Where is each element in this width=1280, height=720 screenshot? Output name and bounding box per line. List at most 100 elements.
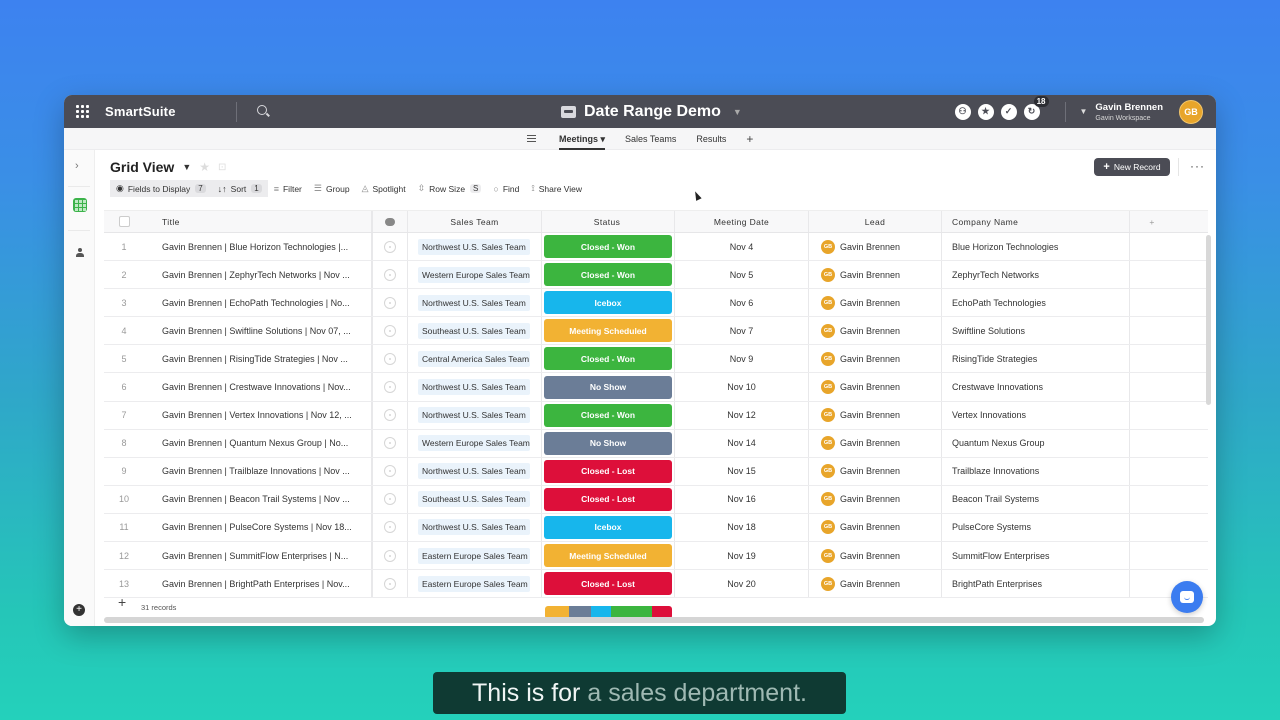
add-column-button[interactable]: + (1130, 211, 1174, 232)
comment-cell[interactable] (372, 457, 408, 485)
sales-team-cell[interactable]: Northwest U.S. Sales Team (408, 373, 542, 401)
fields-to-display-button[interactable]: ◉ Fields to Display 7 (110, 180, 212, 197)
comment-cell[interactable] (372, 317, 408, 345)
person-icon[interactable] (75, 248, 85, 258)
status-cell[interactable]: Icebox (542, 513, 675, 542)
title-cell[interactable]: Gavin Brennen | Crestwave Innovations | … (144, 373, 372, 401)
vertical-scrollbar[interactable] (1206, 235, 1211, 405)
table-row[interactable]: 12 Gavin Brennen | SummitFlow Enterprises… (104, 542, 1208, 571)
comment-cell[interactable] (372, 542, 408, 570)
meeting-date-cell[interactable]: Nov 4 (675, 233, 809, 261)
user-menu-caret-icon[interactable]: ▼ (1080, 107, 1088, 116)
status-cell[interactable]: Closed - Won (542, 345, 675, 373)
column-header-sales-team[interactable]: Sales Team (408, 211, 542, 232)
company-name-cell[interactable]: Swiftline Solutions (942, 317, 1130, 345)
meeting-date-cell[interactable]: Nov 19 (675, 542, 809, 570)
meeting-date-cell[interactable]: Nov 5 (675, 261, 809, 289)
title-cell[interactable]: Gavin Brennen | Vertex Innovations | Nov… (144, 401, 372, 429)
comment-cell[interactable] (372, 429, 408, 457)
status-cell[interactable]: Closed - Won (542, 401, 675, 429)
sales-team-cell[interactable]: Western Europe Sales Team (408, 429, 542, 457)
table-row[interactable]: 1 Gavin Brennen | Blue Horizon Technologi… (104, 233, 1208, 262)
comment-cell[interactable] (372, 289, 408, 317)
table-row[interactable]: 11 Gavin Brennen | PulseCore Systems | No… (104, 513, 1208, 543)
title-cell[interactable]: Gavin Brennen | Swiftline Solutions | No… (144, 317, 372, 345)
table-row[interactable]: 2 Gavin Brennen | ZephyrTech Networks | N… (104, 261, 1208, 290)
company-name-cell[interactable]: Crestwave Innovations (942, 373, 1130, 401)
status-cell[interactable]: Closed - Lost (542, 485, 675, 513)
more-options-button[interactable]: ··· (1190, 159, 1205, 173)
company-name-cell[interactable]: Trailblaze Innovations (942, 457, 1130, 485)
meeting-date-cell[interactable]: Nov 15 (675, 457, 809, 485)
sort-button[interactable]: ↓↑ Sort 1 (211, 180, 268, 197)
brand-logo[interactable]: SmartSuite (105, 104, 176, 119)
column-header-company-name[interactable]: Company Name (942, 211, 1130, 232)
horizontal-scrollbar[interactable] (104, 617, 1204, 623)
table-row[interactable]: 13 Gavin Brennen | BrightPath Enterprises… (104, 570, 1208, 599)
lead-cell[interactable]: GB Gavin Brennen (809, 317, 942, 345)
row-size-button[interactable]: ⇳ Row Size S (412, 180, 488, 197)
title-cell[interactable]: Gavin Brennen | RisingTide Strategies | … (144, 345, 372, 373)
sales-team-cell[interactable]: Northwest U.S. Sales Team (408, 233, 542, 261)
lead-cell[interactable]: GB Gavin Brennen (809, 261, 942, 289)
meeting-date-cell[interactable]: Nov 6 (675, 289, 809, 317)
title-cell[interactable]: Gavin Brennen | EchoPath Technologies | … (144, 289, 372, 317)
lead-cell[interactable]: GB Gavin Brennen (809, 485, 942, 513)
column-header-title[interactable]: Title (144, 211, 372, 232)
sales-team-cell[interactable]: Northwest U.S. Sales Team (408, 401, 542, 429)
table-row[interactable]: 5 Gavin Brennen | RisingTide Strategies |… (104, 345, 1208, 374)
title-cell[interactable]: Gavin Brennen | ZephyrTech Networks | No… (144, 261, 372, 289)
status-badge[interactable]: Closed - Won (544, 403, 672, 427)
status-cell[interactable]: No Show (542, 373, 675, 401)
title-cell[interactable]: Gavin Brennen | SummitFlow Enterprises |… (144, 542, 372, 570)
sales-team-cell[interactable]: Southeast U.S. Sales Team (408, 317, 542, 345)
user-menu[interactable]: Gavin Brennen Gavin Workspace (1095, 102, 1163, 122)
company-name-cell[interactable]: Blue Horizon Technologies (942, 233, 1130, 261)
column-header-comments[interactable] (372, 211, 408, 232)
share-view-button[interactable]: ⟟ Share View (525, 180, 588, 197)
meeting-date-cell[interactable]: Nov 14 (675, 429, 809, 457)
title-cell[interactable]: Gavin Brennen | Beacon Trail Systems | N… (144, 485, 372, 513)
apps-grid-icon[interactable] (76, 105, 89, 118)
lead-cell[interactable]: GB Gavin Brennen (809, 401, 942, 429)
lead-cell[interactable]: GB Gavin Brennen (809, 457, 942, 485)
notifications-icon[interactable]: ↻ 18 (1023, 95, 1049, 120)
new-record-button[interactable]: + New Record (1094, 158, 1170, 176)
sales-team-cell[interactable]: Central America Sales Team (408, 345, 542, 373)
title-cell[interactable]: Gavin Brennen | Blue Horizon Technologie… (144, 233, 372, 261)
find-button[interactable]: ○ Find (487, 180, 525, 197)
lead-cell[interactable]: GB Gavin Brennen (809, 570, 942, 598)
lead-cell[interactable]: GB Gavin Brennen (809, 345, 942, 373)
sales-team-cell[interactable]: Western Europe Sales Team (408, 261, 542, 289)
sales-team-cell[interactable]: Northwest U.S. Sales Team (408, 289, 542, 317)
status-badge[interactable]: No Show (544, 431, 672, 455)
hamburger-menu-icon[interactable] (527, 135, 536, 142)
meeting-date-cell[interactable]: Nov 9 (675, 345, 809, 373)
group-button[interactable]: ☰ Group (308, 180, 356, 197)
add-tab-button[interactable]: + (746, 132, 753, 146)
status-cell[interactable]: Closed - Won (542, 261, 675, 289)
company-name-cell[interactable]: Vertex Innovations (942, 401, 1130, 429)
sales-team-cell[interactable]: Northwest U.S. Sales Team (408, 457, 542, 485)
status-badge[interactable]: Closed - Lost (544, 572, 672, 596)
status-cell[interactable]: Meeting Scheduled (542, 542, 675, 570)
status-cell[interactable]: Meeting Scheduled (542, 317, 675, 345)
search-icon[interactable] (256, 105, 270, 118)
user-avatar[interactable]: GB (1179, 99, 1203, 124)
comment-cell[interactable] (372, 401, 408, 429)
company-name-cell[interactable]: Quantum Nexus Group (942, 429, 1130, 457)
star-icon[interactable]: ★ (977, 103, 994, 120)
table-row[interactable]: 9 Gavin Brennen | Trailblaze Innovations … (104, 457, 1208, 486)
status-cell[interactable]: Closed - Lost (542, 457, 675, 485)
add-row-button[interactable]: + (118, 594, 126, 610)
column-header-meeting-date[interactable]: Meeting Date (675, 211, 809, 232)
table-row[interactable]: 3 Gavin Brennen | EchoPath Technologies |… (104, 289, 1208, 318)
spotlight-button[interactable]: ◬ Spotlight (356, 180, 412, 197)
sales-team-cell[interactable]: Eastern Europe Sales Team (408, 570, 542, 598)
company-name-cell[interactable]: Beacon Trail Systems (942, 485, 1130, 513)
comment-cell[interactable] (372, 485, 408, 513)
lock-icon[interactable]: ⊡ (218, 162, 226, 173)
company-name-cell[interactable]: RisingTide Strategies (942, 345, 1130, 373)
company-name-cell[interactable]: BrightPath Enterprises (942, 570, 1130, 598)
status-badge[interactable]: Closed - Won (544, 347, 672, 371)
